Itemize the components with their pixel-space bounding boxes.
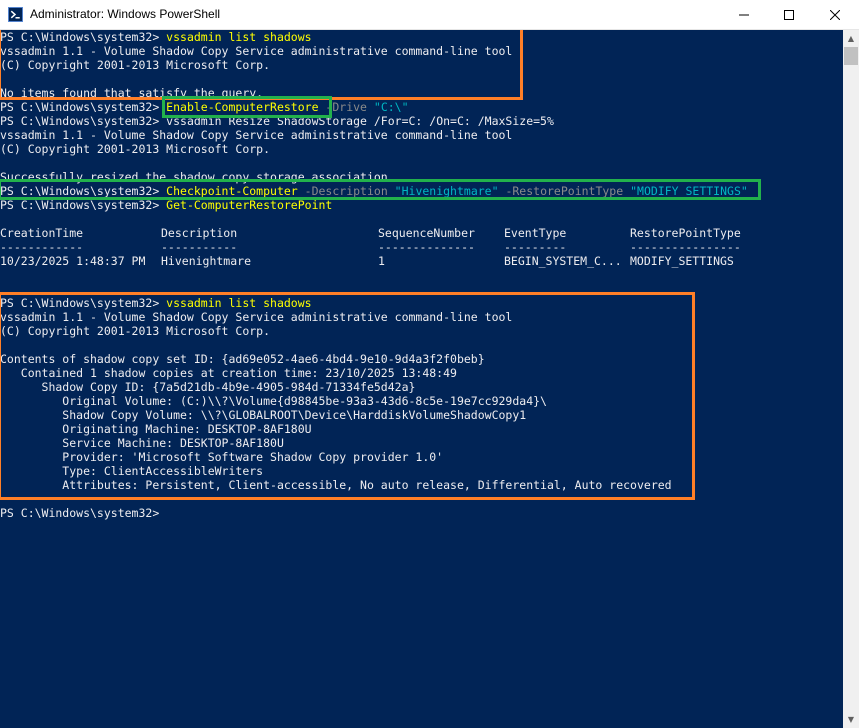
prompt: PS C:\Windows\system32> <box>0 198 167 212</box>
console-line: PS C:\Windows\system32> vssadmin list sh… <box>0 296 312 310</box>
console-line: Provider: 'Microsoft Software Shadow Cop… <box>0 450 444 464</box>
console-line: Original Volume: (C:)\\?\Volume{d98845be… <box>0 394 547 408</box>
console-line: PS C:\Windows\system32> vssadmin list sh… <box>0 30 312 44</box>
close-button[interactable] <box>812 0 858 29</box>
string-text: "C:\" <box>373 100 409 114</box>
table-underline: ------------ <box>0 240 84 254</box>
string-text: "MODIFY_SETTINGS" <box>630 184 748 198</box>
prompt: PS C:\Windows\system32> <box>0 184 167 198</box>
maximize-icon <box>784 9 794 20</box>
table-underline: ----------- <box>161 240 238 254</box>
title-bar: Administrator: Windows PowerShell <box>0 0 859 30</box>
table-header: EventType <box>504 226 567 240</box>
string-text: "Hivenightmare" <box>394 184 499 198</box>
table-header: Description <box>161 226 238 240</box>
table-underline: -------------- <box>378 240 475 254</box>
console-line[interactable]: PS C:\Windows\system32> <box>0 506 166 520</box>
console-line: No items found that satisfy the query. <box>0 86 264 100</box>
console-line: Contained 1 shadow copies at creation ti… <box>0 366 457 380</box>
table-header: SequenceNumber <box>378 226 475 240</box>
console-line: PS C:\Windows\system32> Checkpoint-Compu… <box>0 184 748 198</box>
table-cell: 10/23/2025 1:48:37 PM <box>0 254 146 268</box>
console-line: PS C:\Windows\system32> Enable-ComputerR… <box>0 100 409 114</box>
console-line: Service Machine: DESKTOP-8AF180U <box>0 436 284 450</box>
command-text: vssadmin list shadows <box>166 296 312 310</box>
console-line: Attributes: Persistent, Client-accessibl… <box>0 478 672 492</box>
console-line: vssadmin 1.1 - Volume Shadow Copy Servic… <box>0 44 513 58</box>
minimize-button[interactable] <box>721 0 767 29</box>
console-line: Type: ClientAccessibleWriters <box>0 464 264 478</box>
arrow-down-icon: ▼ <box>847 715 855 724</box>
arrow-up-icon: ▲ <box>847 34 855 43</box>
command-text: vssadmin list shadows <box>166 30 312 44</box>
maximize-button[interactable] <box>766 0 812 29</box>
command-text: Checkpoint-Computer <box>166 184 298 198</box>
vertical-scrollbar[interactable]: ▲ ▼ <box>843 30 859 728</box>
parameter-text: -Description <box>297 184 395 198</box>
parameter-text: -Drive <box>318 100 374 114</box>
close-icon <box>830 9 840 20</box>
console-line: Originating Machine: DESKTOP-8AF180U <box>0 422 312 436</box>
console-line: Shadow Copy ID: {7a5d21db-4b9e-4905-984d… <box>0 380 416 394</box>
table-cell: BEGIN_SYSTEM_C... <box>504 254 622 268</box>
console-line: (C) Copyright 2001-2013 Microsoft Corp. <box>0 58 271 72</box>
console-output[interactable]: PS C:\Windows\system32> vssadmin list sh… <box>0 30 843 728</box>
command-text: Get-ComputerRestorePoint <box>166 198 333 212</box>
table-cell: 1 <box>378 254 385 268</box>
scroll-down-button[interactable]: ▼ <box>843 711 859 728</box>
scroll-up-button[interactable]: ▲ <box>843 30 859 47</box>
command-text: Enable-ComputerRestore <box>166 100 319 114</box>
prompt: PS C:\Windows\system32> <box>0 114 167 128</box>
table-header: RestorePointType <box>630 226 741 240</box>
scroll-thumb[interactable] <box>844 47 858 65</box>
prompt: PS C:\Windows\system32> <box>0 296 167 310</box>
prompt: PS C:\Windows\system32> <box>0 30 167 44</box>
console-line: (C) Copyright 2001-2013 Microsoft Corp. <box>0 142 271 156</box>
console-line: vssadmin 1.1 - Volume Shadow Copy Servic… <box>0 128 513 142</box>
console-line: Shadow Copy Volume: \\?\GLOBALROOT\Devic… <box>0 408 527 422</box>
table-underline: --------- <box>504 240 567 254</box>
table-header: CreationTime <box>0 226 84 240</box>
minimize-icon <box>739 14 749 15</box>
table-underline: ---------------- <box>630 240 741 254</box>
prompt: PS C:\Windows\system32> <box>0 100 167 114</box>
window-title: Administrator: Windows PowerShell <box>30 7 221 21</box>
console-line: Successfully resized the shadow copy sto… <box>0 170 388 184</box>
console-line: PS C:\Windows\system32> Get-ComputerRest… <box>0 198 332 212</box>
console-line: (C) Copyright 2001-2013 Microsoft Corp. <box>0 324 271 338</box>
prompt: PS C:\Windows\system32> <box>0 506 167 520</box>
command-text: vssadmin Resize ShadowStorage /For=C: /O… <box>166 114 554 128</box>
table-cell: MODIFY_SETTINGS <box>630 254 734 268</box>
powershell-icon <box>8 7 23 22</box>
console-line: vssadmin 1.1 - Volume Shadow Copy Servic… <box>0 310 513 324</box>
table-cell: Hivenightmare <box>161 254 252 268</box>
console-line: Contents of shadow copy set ID: {ad69e05… <box>0 352 485 366</box>
console-line: PS C:\Windows\system32> vssadmin Resize … <box>0 114 554 128</box>
parameter-text: -RestorePointType <box>498 184 631 198</box>
